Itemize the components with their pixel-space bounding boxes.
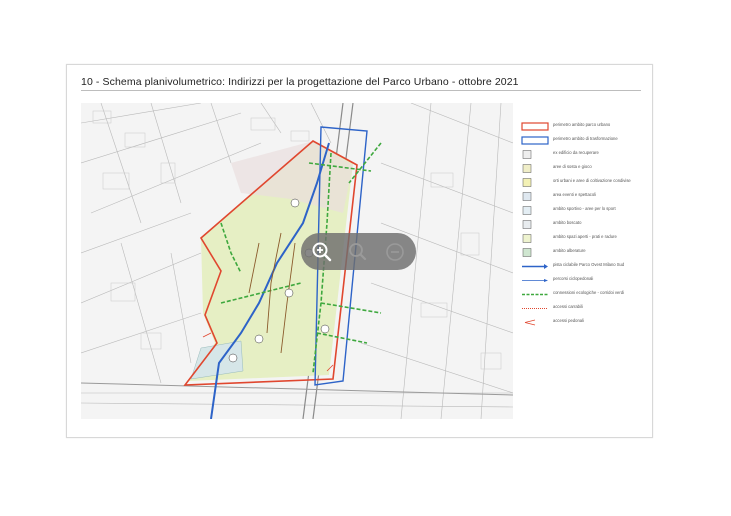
- events-icon: [522, 192, 532, 201]
- legend-item: pista ciclabile Parco Ovest Milano Sud: [521, 261, 649, 273]
- legend-item: accessi pedonali: [521, 317, 649, 329]
- building-icon: [522, 150, 532, 159]
- zoom-in-button[interactable]: [308, 238, 336, 266]
- vehicle-access-icon: [522, 308, 548, 309]
- legend-item: perimetro ambito parco urbano: [521, 121, 649, 133]
- map-drawing: [81, 103, 513, 419]
- meadow-icon: [522, 234, 532, 243]
- zoom-in-icon: [312, 242, 332, 262]
- legend-item: connessioni ecologiche - corridoi verdi: [521, 289, 649, 301]
- magnifier-icon: [349, 243, 367, 261]
- legend-item: ambito sportivo - aree per lo sport: [521, 205, 649, 217]
- slide-title: 10 - Schema planivolumetrico: Indirizzi …: [81, 76, 519, 88]
- legend-item: ambito boscato: [521, 219, 649, 231]
- viewer-zoom-toolbar: [301, 233, 416, 270]
- legend-item: orti urbani e aree di coltivazione condi…: [521, 177, 649, 189]
- sport-icon: [522, 206, 532, 215]
- legend-item: area eventi e spettacoli: [521, 191, 649, 203]
- legend-item: percorsi ciclopedonali: [521, 275, 649, 287]
- garden-icon: [522, 178, 532, 187]
- play-area-icon: [522, 164, 532, 173]
- footpath-icon: [522, 279, 548, 282]
- green-corridor-icon: [522, 293, 548, 296]
- cycle-path-icon: [522, 264, 548, 269]
- red-outline-icon: [521, 122, 549, 131]
- zoom-out-button[interactable]: [381, 238, 409, 266]
- pedestrian-access-icon: [524, 319, 536, 326]
- legend-item: aree di sosta e gioco: [521, 163, 649, 175]
- legend-item: ex edificio da recuperare: [521, 149, 649, 161]
- zoom-reset-button[interactable]: [344, 238, 372, 266]
- legend-item: perimetro ambito di trasformazione: [521, 135, 649, 147]
- zoom-out-icon: [386, 243, 404, 261]
- blue-outline-icon: [521, 136, 549, 145]
- woodland-icon: [522, 220, 532, 229]
- legend-item: ambito alberature: [521, 247, 649, 259]
- trees-icon: [522, 248, 532, 257]
- planimetric-map: [81, 103, 513, 419]
- legend-item: accessi carrabili: [521, 303, 649, 315]
- title-divider: [81, 90, 641, 91]
- legend-item: ambito spazi aperti - prati e radure: [521, 233, 649, 245]
